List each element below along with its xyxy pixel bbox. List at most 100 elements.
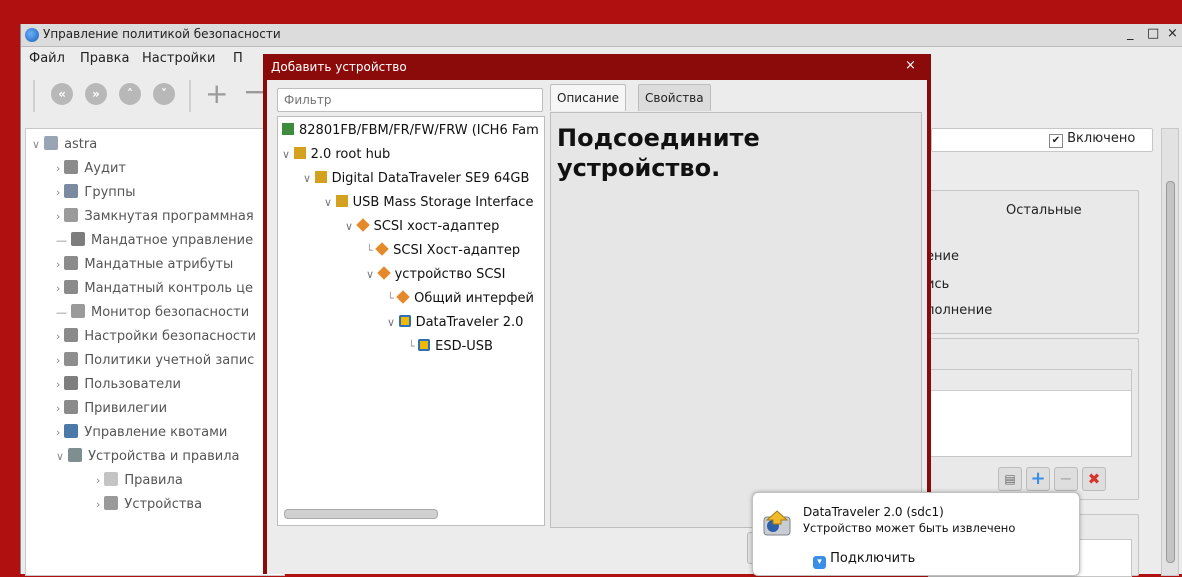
rules-list-header (929, 370, 1131, 391)
vertical-scrollbar[interactable] (1161, 128, 1179, 576)
policy-tree[interactable]: ∨ astra › Аудит › Группы › Замкнутая программн… (25, 128, 285, 576)
up-icon[interactable]: ˄ (119, 83, 141, 105)
scsi-icon (376, 266, 391, 280)
tree-subitem[interactable]: › Правила (96, 469, 183, 493)
device-tree-item-label: ESD-USB (435, 339, 493, 354)
chevron-right-icon[interactable]: › (56, 186, 60, 199)
disk-icon (418, 339, 431, 351)
chevron-down-icon[interactable]: ∨ (366, 268, 378, 281)
chevron-right-icon[interactable]: › (56, 210, 60, 223)
tree-item[interactable]: › Мандатный контроль це (56, 277, 253, 301)
clipboard-icon[interactable]: ▤ (998, 467, 1022, 491)
tab-description[interactable]: Описание (550, 84, 627, 111)
device-tree-item[interactable]: ∨ 2.0 root hub (282, 143, 390, 167)
menu-file[interactable]: Файл (29, 51, 65, 66)
dialog-close-button[interactable]: × (905, 58, 916, 73)
chevron-down-icon[interactable]: ∨ (32, 138, 40, 151)
tree-item-label: Мандатное управление (91, 233, 254, 248)
notification-subtitle: Устройство может быть извлечено (803, 521, 1016, 535)
tree-root[interactable]: ∨ astra (32, 133, 97, 157)
down-icon[interactable]: ˅ (153, 83, 175, 105)
chevron-right-icon[interactable]: › (56, 378, 60, 391)
tree-item[interactable]: › Управление квотами (56, 421, 227, 445)
account-policy-icon (64, 352, 79, 366)
device-tree-item[interactable]: └ SCSI Хост-адаптер (366, 239, 520, 263)
tree-item[interactable]: — Мандатное управление (56, 229, 253, 253)
delete-rule-icon[interactable]: ✖ (1082, 467, 1106, 491)
tab-properties[interactable]: Свойства (638, 84, 711, 111)
chevron-right-icon[interactable]: › (56, 354, 60, 367)
rules-list[interactable] (928, 369, 1132, 457)
permission-exec: полнение (926, 303, 993, 318)
device-tree-item-label: USB Mass Storage Interface (352, 195, 534, 210)
description-text: Подсоедините устройство. (557, 124, 760, 182)
tree-subitem[interactable]: › Устройства (96, 493, 202, 517)
notification-title: DataTraveler 2.0 (sdc1) (803, 505, 944, 519)
tree-item[interactable]: › Политики учетной запис (56, 349, 254, 373)
device-tree-item[interactable]: ∨ Digital DataTraveler SE9 64GB (303, 167, 529, 191)
enabled-label: Включено (1067, 131, 1136, 146)
tree-item-label: Привилегии (84, 401, 168, 416)
chevron-right-icon[interactable]: › (56, 330, 60, 343)
device-tree-item[interactable]: └ Общий интерфей (387, 287, 534, 311)
tree-item[interactable]: › Пользователи (56, 373, 181, 397)
menu-edit[interactable]: Правка (80, 51, 129, 66)
enabled-checkbox[interactable]: ✔ Включено (1049, 131, 1135, 148)
device-tree-item[interactable]: 82801FB/FBM/FR/FW/FRW (ICH6 Fam (282, 119, 539, 143)
tree-item[interactable]: ∨ Устройства и правила (56, 445, 240, 469)
add-rule-icon[interactable]: + (1026, 467, 1050, 491)
device-tree-item[interactable]: ∨ DataTraveler 2.0 (387, 311, 523, 335)
chevron-right-icon[interactable]: › (56, 426, 60, 439)
mount-action[interactable]: ▾ Подключить (813, 551, 915, 569)
chevron-right-icon[interactable]: › (96, 474, 100, 487)
device-tree-item[interactable]: ∨ SCSI хост-адаптер (345, 215, 499, 239)
filter-input[interactable] (277, 88, 543, 112)
close-button[interactable]: × (1167, 26, 1178, 41)
menu-help[interactable]: П (233, 51, 243, 66)
minimize-button[interactable]: _ (1127, 26, 1134, 41)
chevron-down-icon[interactable]: ∨ (345, 220, 357, 233)
integrity-icon (64, 280, 79, 294)
device-tree-item-label: SCSI хост-адаптер (373, 219, 500, 234)
tree-item[interactable]: › Привилегии (56, 397, 167, 421)
tree-item[interactable]: › Настройки безопасности (56, 325, 256, 349)
menu-settings[interactable]: Настройки (142, 51, 215, 66)
chevron-right-icon[interactable]: › (56, 402, 60, 415)
privileges-icon (64, 400, 79, 414)
chevron-right-icon[interactable]: › (56, 162, 60, 175)
device-tree-item[interactable]: ∨ USB Mass Storage Interface (324, 191, 533, 215)
chevron-right-icon[interactable]: › (96, 498, 100, 511)
tree-item[interactable]: › Замкнутая программная (56, 205, 254, 229)
monitor-icon (71, 304, 85, 318)
forward-icon[interactable]: » (85, 83, 107, 105)
back-icon[interactable]: « (51, 83, 73, 105)
tree-item[interactable]: — Монитор безопасности (56, 301, 249, 325)
tree-item[interactable]: › Группы (56, 181, 136, 205)
maximize-button[interactable]: □ (1147, 26, 1159, 41)
groups-icon (64, 184, 79, 198)
chevron-right-icon[interactable]: › (56, 258, 60, 271)
chevron-down-icon[interactable]: ∨ (303, 172, 315, 185)
device-tree[interactable]: 82801FB/FBM/FR/FW/FRW (ICH6 Fam ∨ 2.0 roo… (277, 116, 545, 526)
tree-item[interactable]: › Аудит (56, 157, 126, 181)
device-tree-item[interactable]: └ ESD-USB (408, 335, 493, 359)
tree-item-label: Монитор безопасности (91, 305, 250, 320)
closed-software-icon (64, 208, 79, 222)
horizontal-scrollbar[interactable] (284, 509, 438, 519)
remove-rule-icon[interactable]: − (1054, 467, 1078, 491)
tree-item[interactable]: › Мандатные атрибуты (56, 253, 233, 277)
tree-item-label: Аудит (84, 161, 127, 176)
usb-icon (335, 195, 348, 207)
chevron-down-icon[interactable]: ∨ (56, 450, 64, 463)
chevron-right-icon[interactable]: › (56, 282, 60, 295)
chevron-down-icon[interactable]: ∨ (324, 196, 336, 209)
add-icon[interactable]: + (205, 77, 228, 110)
scrollbar-thumb[interactable] (1166, 181, 1175, 563)
rules-icon (104, 472, 119, 486)
chevron-down-icon[interactable]: ∨ (387, 316, 399, 329)
chevron-down-icon[interactable]: ∨ (282, 148, 294, 161)
dialog-title: Добавить устройство (271, 60, 407, 74)
dialog-title-bar: Добавить устройство × (263, 54, 931, 80)
device-tree-item[interactable]: ∨ устройство SCSI (366, 263, 506, 287)
device-notification[interactable]: DataTraveler 2.0 (sdc1) Устройство может… (752, 492, 1080, 576)
